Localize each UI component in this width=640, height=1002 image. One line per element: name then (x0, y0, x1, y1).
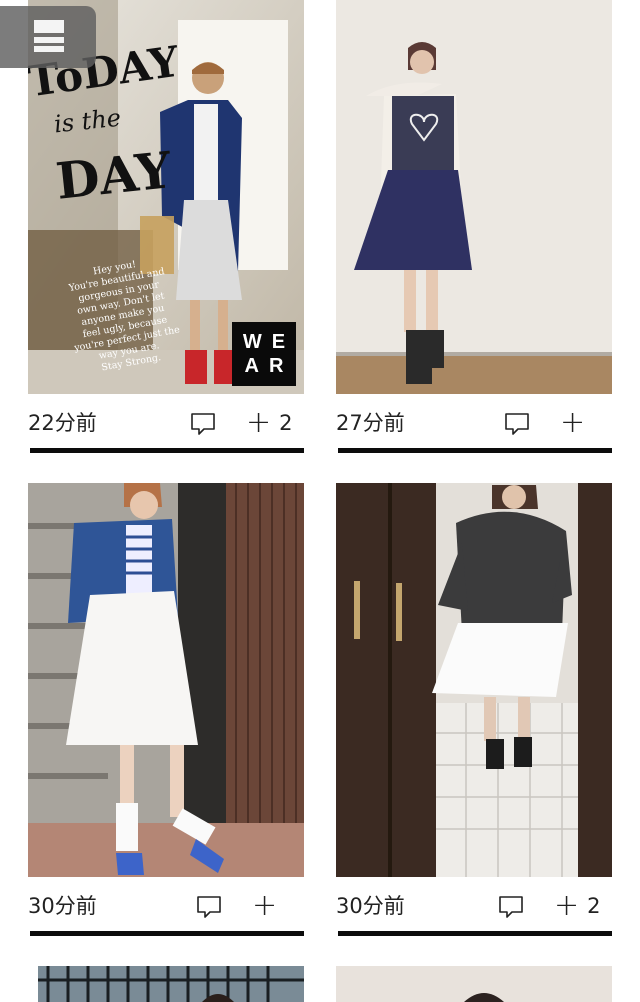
comment-icon[interactable] (498, 894, 524, 920)
post-divider (338, 931, 612, 936)
post-time: 22分前 (28, 411, 97, 435)
add-button[interactable]: + (252, 888, 285, 923)
post-photo[interactable] (336, 966, 612, 1002)
overlay-subtitle: is the (52, 103, 123, 139)
add-button[interactable]: + 2 (246, 405, 293, 440)
wear-logo-top: WE (242, 331, 296, 353)
add-button[interactable]: + (560, 405, 593, 440)
post-meta: 30分前 + 2 (336, 888, 612, 924)
post-divider (30, 448, 304, 453)
post-meta: 22分前 + 2 (28, 405, 304, 441)
outfit-photo (336, 483, 612, 877)
post-time: 30分前 (336, 894, 405, 918)
comment-icon[interactable] (504, 411, 530, 437)
plus-icon: + (246, 405, 272, 440)
post-meta: 27分前 + (336, 405, 612, 441)
post-photo[interactable] (38, 966, 304, 1002)
outfit-photo (28, 483, 304, 877)
post-photo[interactable] (336, 0, 612, 394)
post-time: 27分前 (336, 411, 405, 435)
wear-logo: WE AR (232, 322, 296, 386)
comment-icon[interactable] (190, 411, 216, 437)
menu-icon (34, 20, 64, 52)
outfit-photo (336, 966, 612, 1002)
add-button[interactable]: + 2 (554, 888, 601, 923)
post-divider (30, 931, 304, 936)
post-photo[interactable] (336, 483, 612, 877)
wear-logo-bottom: AR (244, 355, 294, 377)
outfit-photo (38, 966, 304, 1002)
add-count: 2 (279, 411, 293, 435)
comment-icon[interactable] (196, 894, 222, 920)
plus-icon: + (252, 888, 278, 923)
post-photo[interactable] (28, 483, 304, 877)
post-divider (338, 448, 612, 453)
outfit-photo (336, 0, 612, 394)
plus-icon: + (554, 888, 580, 923)
menu-button[interactable] (0, 6, 96, 68)
add-count: 2 (587, 894, 601, 918)
overlay-day: DAY (53, 140, 175, 211)
plus-icon: + (560, 405, 586, 440)
overlay-message: Hey you! You're beautiful and gorgeous i… (50, 252, 197, 381)
post-meta: 30分前 + (28, 888, 304, 924)
post-time: 30分前 (28, 894, 97, 918)
